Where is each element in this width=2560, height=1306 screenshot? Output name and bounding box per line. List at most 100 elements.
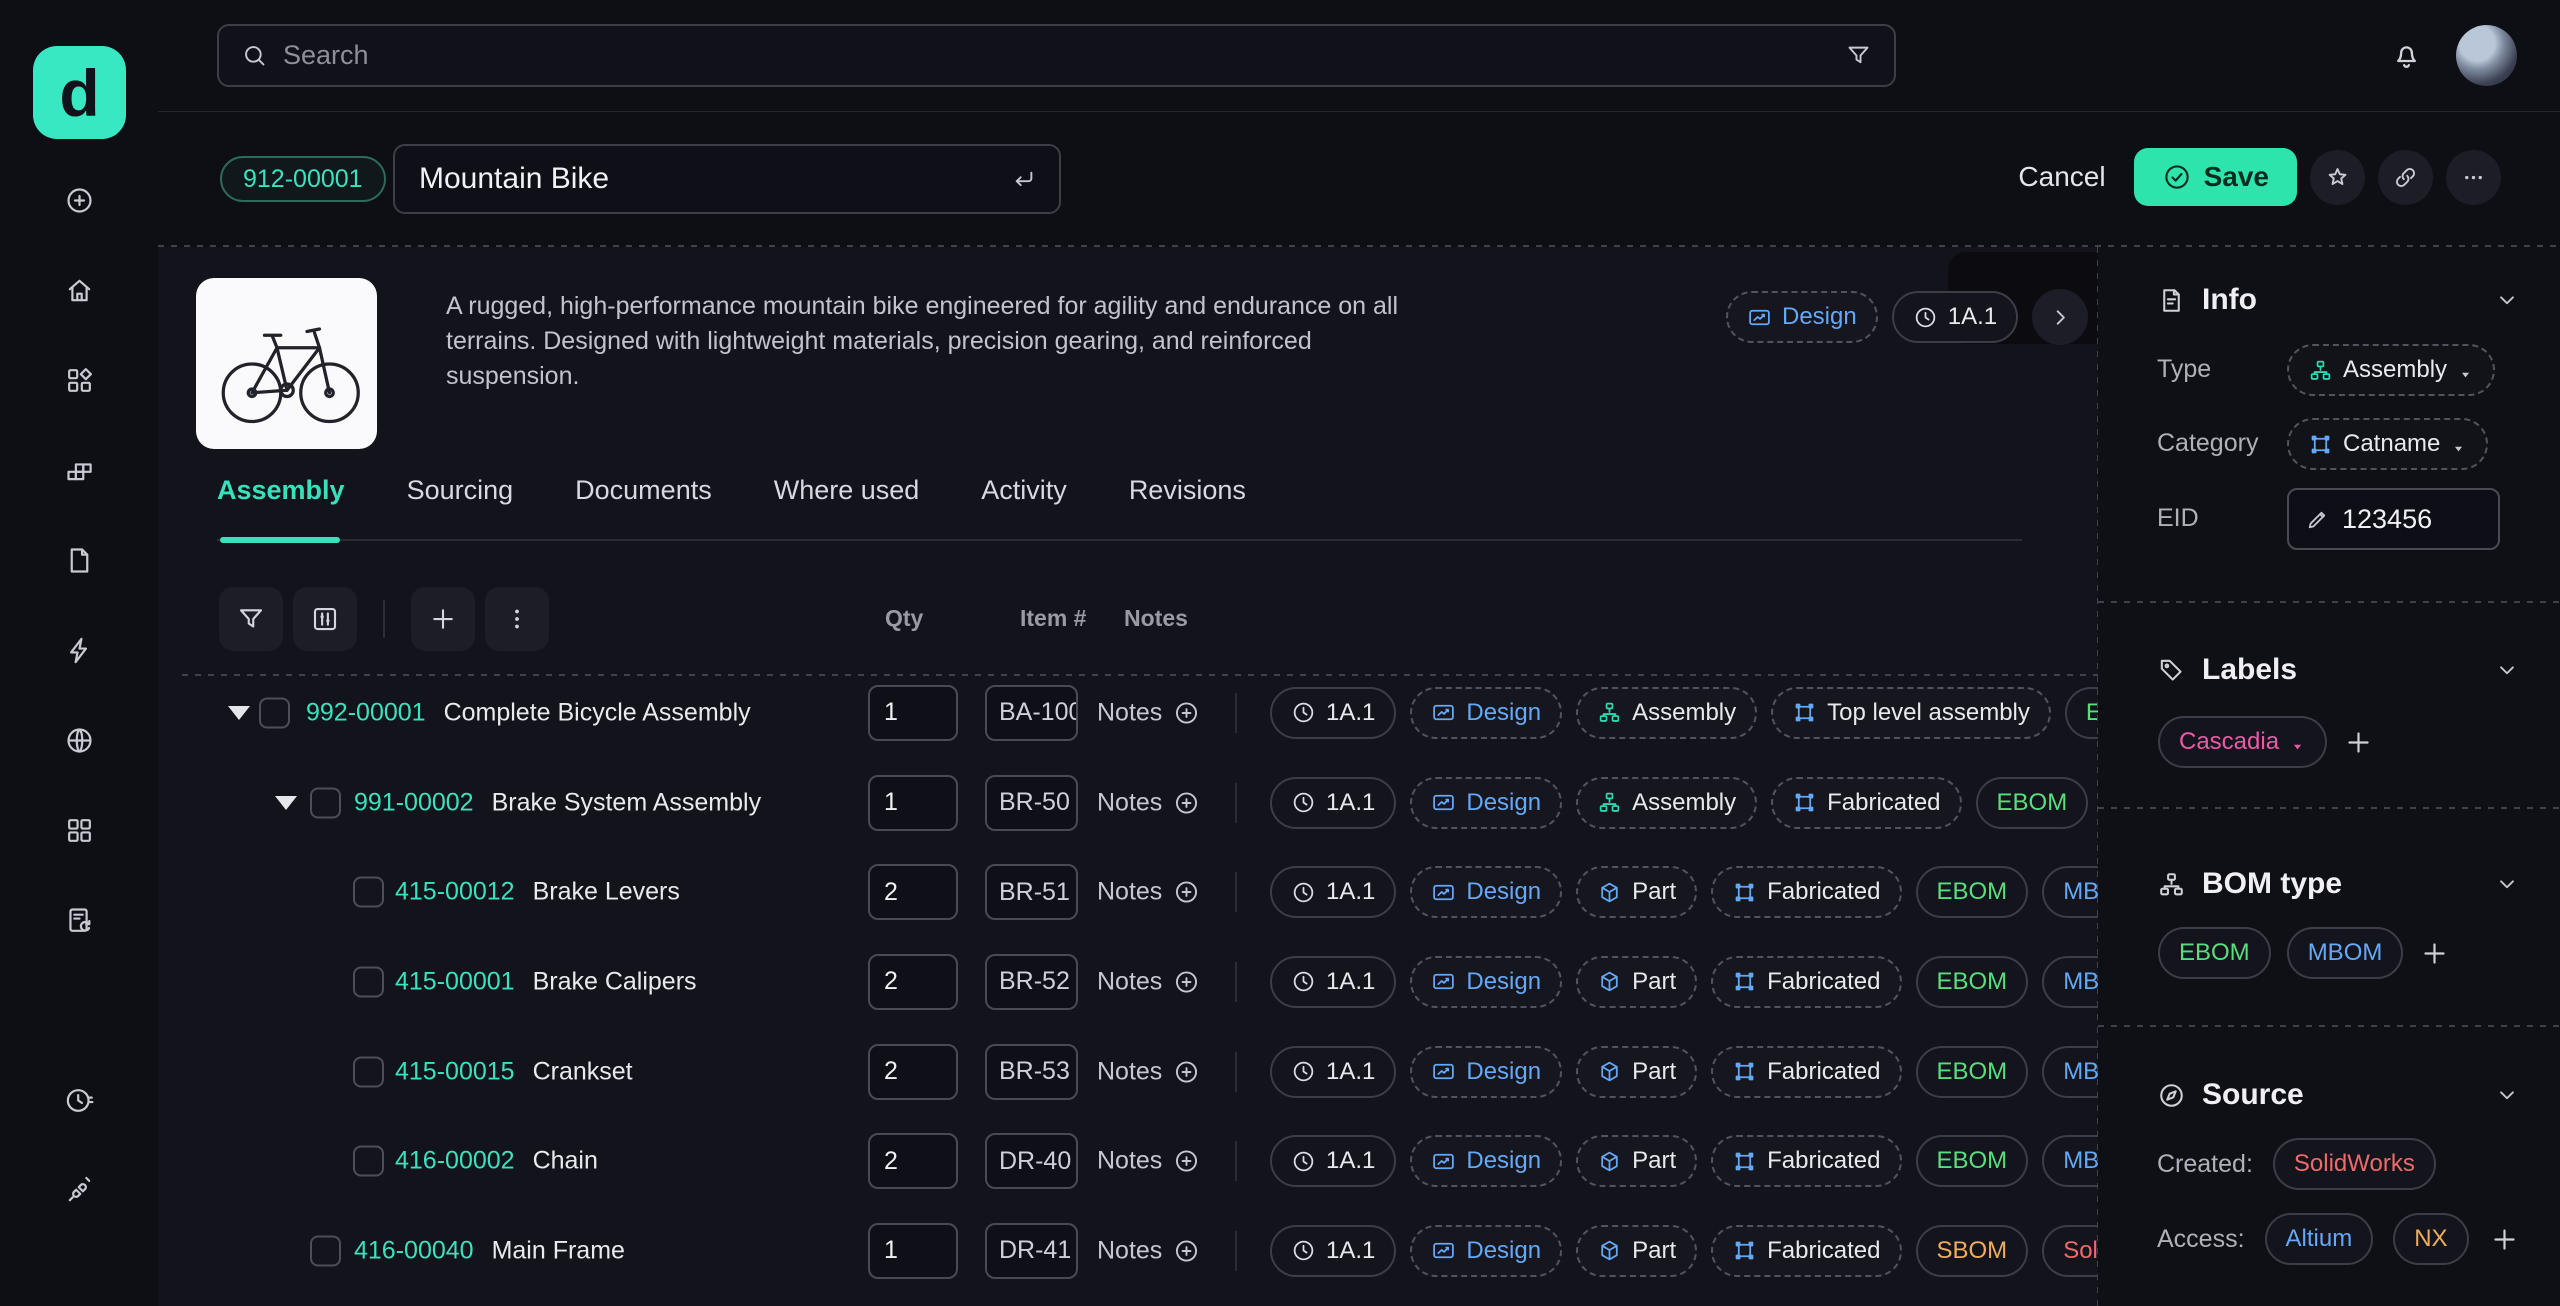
tab-where-used[interactable]: Where used (774, 475, 920, 530)
category-select[interactable]: Catname (2287, 418, 2488, 470)
part-number-link[interactable]: 991-00002 (354, 788, 474, 817)
category-badge[interactable]: Fabricated (1711, 1225, 1901, 1277)
row-checkbox[interactable] (353, 877, 384, 908)
status-badge[interactable]: Design (1726, 291, 1878, 343)
design-badge[interactable]: Design (1410, 687, 1562, 739)
part-badge[interactable]: Part (1576, 1135, 1697, 1187)
part-number-link[interactable]: 416-00002 (395, 1147, 515, 1176)
blocks-icon[interactable] (64, 455, 95, 486)
category-badge[interactable]: Fabricated (1771, 777, 1961, 829)
item-number-field[interactable]: BR-53 (985, 1044, 1078, 1100)
item-number-field[interactable]: DR-41 (985, 1223, 1078, 1279)
columns-button[interactable] (293, 587, 357, 651)
part-number-link[interactable]: 992-00001 (306, 698, 426, 727)
mbom-badge[interactable]: MBOM (2042, 866, 2098, 918)
assembly-badge[interactable]: Assembly (1576, 777, 1757, 829)
part-badge[interactable]: Part (1576, 1225, 1697, 1277)
row-checkbox[interactable] (310, 787, 341, 818)
eid-input[interactable]: 123456 (2287, 488, 2500, 550)
grid-icon[interactable] (64, 815, 95, 846)
chevron-down-icon[interactable] (2494, 1082, 2520, 1108)
notifications-bell-icon[interactable] (2390, 39, 2423, 72)
search-filter-icon[interactable] (1845, 42, 1872, 69)
globe-icon[interactable] (64, 725, 95, 756)
save-button[interactable]: Save (2134, 148, 2297, 206)
add-circle-icon[interactable] (64, 185, 95, 216)
category-badge[interactable]: Fabricated (1711, 1046, 1901, 1098)
filter-button[interactable] (219, 587, 283, 651)
access-chip-altium[interactable]: Altium (2265, 1213, 2374, 1265)
funnel-icon[interactable] (64, 995, 95, 1026)
item-number-field[interactable]: BA-100 (985, 685, 1078, 741)
label-chip-cascadia[interactable]: Cascadia (2158, 716, 2327, 768)
add-bom-type-button[interactable] (2419, 938, 2450, 969)
mbom-badge[interactable]: MBOM (2042, 1135, 2098, 1187)
category-badge[interactable]: Top level assembly (1771, 687, 2051, 739)
qty-input[interactable] (868, 1223, 958, 1279)
add-row-button[interactable] (411, 587, 475, 651)
ebom-badge[interactable]: EBOM (1916, 1046, 2029, 1098)
solidworks-badge[interactable]: SolidWorks (2042, 1225, 2098, 1277)
rev-badge[interactable]: 1A.1 (1270, 866, 1396, 918)
access-chip-nx[interactable]: NX (2393, 1213, 2468, 1265)
row-menu-button[interactable] (485, 587, 549, 651)
add-access-button[interactable] (2489, 1224, 2520, 1255)
chevron-down-icon[interactable] (2494, 871, 2520, 897)
ebom-badge[interactable]: EBOM (1976, 777, 2089, 829)
item-number-field[interactable]: BR-50 (985, 775, 1078, 831)
tab-revisions[interactable]: Revisions (1129, 475, 1246, 530)
favorite-button[interactable] (2310, 150, 2365, 205)
row-checkbox[interactable] (353, 966, 384, 997)
file-icon[interactable] (64, 545, 95, 576)
app-logo[interactable]: d (33, 46, 126, 139)
add-label-button[interactable] (2343, 727, 2374, 758)
clipboard-sync-icon[interactable] (64, 905, 95, 936)
chevron-down-icon[interactable] (2494, 657, 2520, 683)
expand-history-button[interactable] (2032, 289, 2088, 345)
bom-type-chip-mbom[interactable]: MBOM (2287, 927, 2404, 979)
row-checkbox[interactable] (259, 697, 290, 728)
part-badge[interactable]: Part (1576, 956, 1697, 1008)
search-input[interactable]: Search (217, 24, 1896, 87)
part-badge[interactable]: Part (1576, 1046, 1697, 1098)
category-badge[interactable]: Fabricated (1711, 1135, 1901, 1187)
design-badge[interactable]: Design (1410, 1046, 1562, 1098)
rev-badge[interactable]: 1A.1 (1270, 1225, 1396, 1277)
row-checkbox[interactable] (353, 1056, 384, 1087)
assembly-badge[interactable]: Assembly (1576, 687, 1757, 739)
item-number-field[interactable]: DR-40 (985, 1133, 1078, 1189)
cancel-button[interactable]: Cancel (1990, 161, 2133, 193)
category-badge[interactable]: Fabricated (1711, 866, 1901, 918)
qty-input[interactable] (868, 685, 958, 741)
add-note-button[interactable] (1173, 1148, 1200, 1175)
ebom-badge[interactable]: EBOM (2065, 687, 2098, 739)
title-input[interactable] (417, 161, 998, 197)
row-checkbox[interactable] (310, 1235, 341, 1266)
more-options-button[interactable] (2446, 150, 2501, 205)
add-note-button[interactable] (1173, 699, 1200, 726)
dashboard-icon[interactable] (64, 365, 95, 396)
ebom-badge[interactable]: EBOM (1916, 1135, 2029, 1187)
add-note-button[interactable] (1173, 1237, 1200, 1264)
add-note-button[interactable] (1173, 789, 1200, 816)
item-number-field[interactable]: BR-51 (985, 864, 1078, 920)
mbom-badge[interactable]: MBOM (2042, 956, 2098, 1008)
part-number-link[interactable]: 415-00012 (395, 878, 515, 907)
bolt-icon[interactable] (64, 635, 95, 666)
created-chip-solidworks[interactable]: SolidWorks (2273, 1138, 2436, 1190)
qty-input[interactable] (868, 1044, 958, 1100)
design-badge[interactable]: Design (1410, 866, 1562, 918)
sbom-badge[interactable]: SBOM (1916, 1225, 2029, 1277)
home-icon[interactable] (64, 275, 95, 306)
user-avatar[interactable] (2456, 25, 2517, 86)
tab-activity[interactable]: Activity (981, 475, 1067, 530)
category-badge[interactable]: Fabricated (1711, 956, 1901, 1008)
rev-badge[interactable]: 1A.1 (1270, 956, 1396, 1008)
add-note-button[interactable] (1173, 1058, 1200, 1085)
tab-sourcing[interactable]: Sourcing (407, 475, 514, 530)
part-badge[interactable]: Part (1576, 866, 1697, 918)
chevron-down-icon[interactable] (2494, 287, 2520, 313)
expand-toggle[interactable] (228, 706, 250, 720)
revision-badge[interactable]: 1A.1 (1892, 291, 2018, 343)
design-badge[interactable]: Design (1410, 956, 1562, 1008)
